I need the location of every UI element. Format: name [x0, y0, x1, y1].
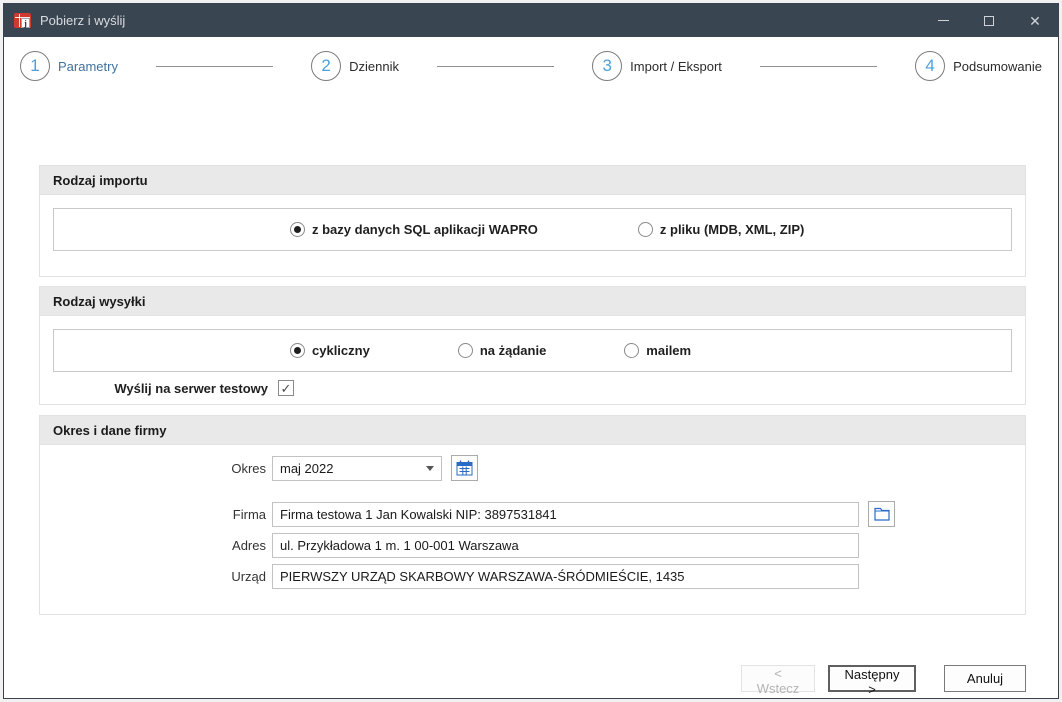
radio-na-zadanie[interactable]: na żądanie [458, 343, 546, 358]
back-button[interactable]: < Wstecz [741, 665, 815, 692]
step-connector [437, 66, 554, 67]
section-body-rodzaj-wysylki: cykliczny na żądanie mailem Wyślij na se… [40, 316, 1025, 404]
app-icon-letter: j [21, 18, 30, 28]
folder-button[interactable] [868, 501, 895, 527]
firma-input[interactable] [272, 502, 859, 527]
radio-icon [290, 222, 305, 237]
adres-row: Adres [53, 533, 1012, 558]
titlebar: j Pobierz i wyślij ✕ [4, 4, 1058, 37]
window-title: Pobierz i wyślij [40, 13, 125, 28]
step-3-circle: 3 [592, 51, 622, 81]
close-button[interactable]: ✕ [1012, 4, 1058, 37]
radio-icon [458, 343, 473, 358]
cancel-button[interactable]: Anuluj [944, 665, 1026, 692]
step-connector [760, 66, 877, 67]
desktop-frame: j Pobierz i wyślij ✕ 1 Parametry 2 Dzien… [0, 0, 1062, 702]
section-body-okres: Okres maj 2022 [40, 445, 1025, 614]
import-options-group: z bazy danych SQL aplikacji WAPRO z plik… [53, 208, 1012, 251]
okres-combobox[interactable]: maj 2022 [272, 456, 442, 481]
minimize-icon [938, 20, 949, 21]
radio-cykliczny[interactable]: cykliczny [290, 343, 370, 358]
wizard-steps: 1 Parametry 2 Dziennik 3 Import / Ekspor… [4, 37, 1058, 95]
adres-input[interactable] [272, 533, 859, 558]
adres-label: Adres [53, 538, 266, 553]
section-rodzaj-importu: Rodzaj importu z bazy danych SQL aplikac… [39, 165, 1026, 277]
calendar-button[interactable] [451, 455, 478, 481]
maximize-button[interactable] [966, 4, 1012, 37]
radio-mailem[interactable]: mailem [624, 343, 691, 358]
section-body-rodzaj-importu: z bazy danych SQL aplikacji WAPRO z plik… [40, 195, 1025, 276]
checkmark-icon: ✓ [281, 382, 292, 395]
wizard-step-parametry: 1 Parametry [20, 51, 118, 81]
step-connector [156, 66, 273, 67]
radio-icon [624, 343, 639, 358]
radio-import-sql[interactable]: z bazy danych SQL aplikacji WAPRO [290, 222, 538, 237]
step-2-label: Dziennik [349, 59, 399, 74]
footer-buttons: < Wstecz Następny > Anuluj [39, 665, 1026, 692]
test-server-label: Wyślij na serwer testowy [53, 381, 268, 396]
wizard-step-dziennik: 2 Dziennik [311, 51, 399, 81]
send-options-group: cykliczny na żądanie mailem [53, 329, 1012, 372]
maximize-icon [984, 16, 994, 26]
chevron-down-icon [426, 466, 434, 471]
radio-import-plik-label: z pliku (MDB, XML, ZIP) [660, 222, 804, 237]
step-4-label: Podsumowanie [953, 59, 1042, 74]
wizard-step-import-eksport: 3 Import / Eksport [592, 51, 722, 81]
radio-icon [638, 222, 653, 237]
radio-import-sql-label: z bazy danych SQL aplikacji WAPRO [312, 222, 538, 237]
app-window: j Pobierz i wyślij ✕ 1 Parametry 2 Dzien… [3, 3, 1059, 699]
close-icon: ✕ [1029, 14, 1041, 28]
section-okres-i-dane-firmy: Okres i dane firmy Okres maj 2022 [39, 415, 1026, 615]
radio-cykliczny-label: cykliczny [312, 343, 370, 358]
radio-mailem-label: mailem [646, 343, 691, 358]
step-3-label: Import / Eksport [630, 59, 722, 74]
next-button[interactable]: Następny > [828, 665, 916, 692]
okres-row: Okres maj 2022 [53, 455, 1012, 481]
step-4-circle: 4 [915, 51, 945, 81]
test-server-checkbox[interactable]: ✓ [278, 380, 294, 396]
firma-row: Firma [53, 501, 1012, 527]
section-title-rodzaj-wysylki: Rodzaj wysyłki [40, 287, 1025, 316]
folder-icon [874, 507, 890, 521]
step-1-label: Parametry [58, 59, 118, 74]
window-controls: ✕ [920, 4, 1058, 37]
wizard-step-podsumowanie: 4 Podsumowanie [915, 51, 1042, 81]
urzad-input[interactable] [272, 564, 859, 589]
radio-import-plik[interactable]: z pliku (MDB, XML, ZIP) [638, 222, 804, 237]
radio-icon [290, 343, 305, 358]
app-icon: j [14, 13, 31, 28]
okres-value: maj 2022 [280, 461, 426, 476]
step-2-circle: 2 [311, 51, 341, 81]
section-title-okres: Okres i dane firmy [40, 416, 1025, 445]
urzad-label: Urząd [53, 569, 266, 584]
radio-na-zadanie-label: na żądanie [480, 343, 546, 358]
okres-label: Okres [53, 461, 266, 476]
section-title-rodzaj-importu: Rodzaj importu [40, 166, 1025, 195]
step-1-circle: 1 [20, 51, 50, 81]
calendar-icon [456, 460, 473, 476]
section-rodzaj-wysylki: Rodzaj wysyłki cykliczny na żądanie mail… [39, 286, 1026, 405]
test-server-row: Wyślij na serwer testowy ✓ [53, 380, 1012, 396]
firma-label: Firma [53, 507, 266, 522]
minimize-button[interactable] [920, 4, 966, 37]
urzad-row: Urząd [53, 564, 1012, 589]
